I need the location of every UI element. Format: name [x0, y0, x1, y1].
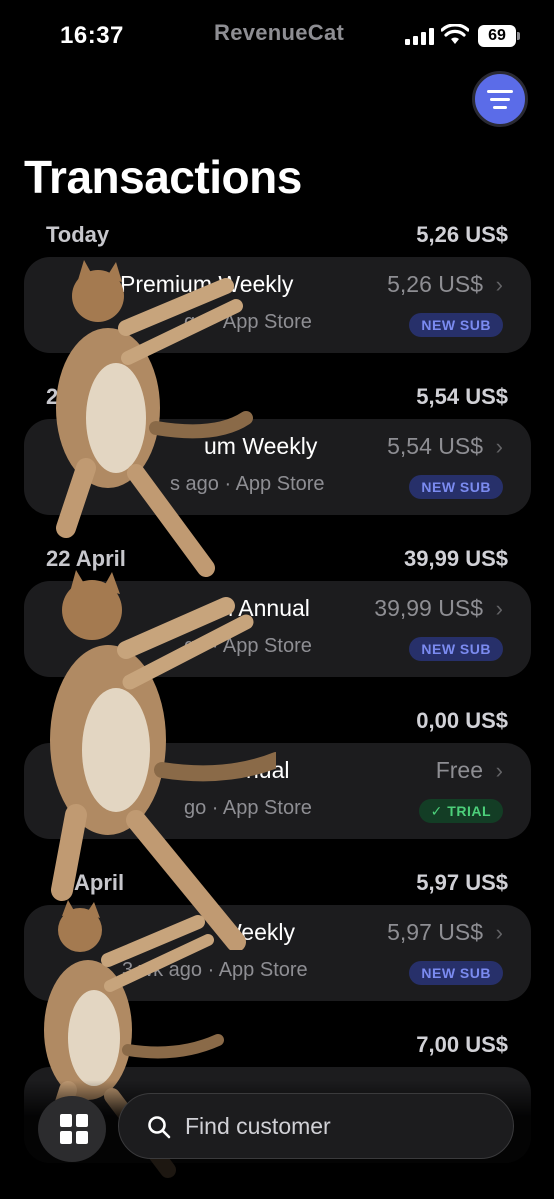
- status-badge: NEW SUB: [409, 475, 503, 499]
- chevron-right-icon: ›: [495, 920, 503, 945]
- section-total: 5,97 US$: [416, 870, 508, 895]
- section-date: Today: [46, 222, 110, 247]
- status-badge: NEW SUB: [409, 637, 503, 661]
- status-badge: ✓ TRIAL: [418, 799, 503, 823]
- transaction-amount: 5,97 US$: [387, 919, 483, 945]
- chevron-right-icon: ›: [495, 596, 503, 621]
- chevron-right-icon: ›: [495, 272, 503, 297]
- cat-sticker-image: [56, 260, 253, 577]
- section-header: Today 5,26 US$: [46, 222, 508, 248]
- filter-lines-icon: [487, 89, 513, 93]
- wifi-icon: [441, 24, 469, 44]
- section-total: 5,26 US$: [416, 222, 508, 247]
- chevron-right-icon: ›: [495, 434, 503, 459]
- search-placeholder: Find customer: [185, 1113, 331, 1139]
- search-input[interactable]: Find customer: [118, 1093, 514, 1159]
- transaction-amount: 5,54 US$: [387, 433, 483, 459]
- grid-icon: [60, 1114, 72, 1127]
- status-badge: NEW SUB: [409, 961, 503, 985]
- section-total: 0,00 US$: [416, 708, 508, 733]
- section-total: 7,00 US$: [416, 1032, 508, 1057]
- cellular-signal-icon: [405, 27, 435, 45]
- status-badge: NEW SUB: [409, 313, 503, 337]
- chevron-right-icon: ›: [495, 758, 503, 783]
- section-total: 39,99 US$: [404, 546, 508, 571]
- status-bar: 16:37 RevenueCat 69: [0, 0, 554, 70]
- search-icon: [148, 1116, 171, 1139]
- battery-indicator: 69: [478, 25, 520, 47]
- filter-button[interactable]: [472, 71, 528, 127]
- app-logo: RevenueCat: [214, 20, 345, 45]
- transaction-amount: 5,26 US$: [387, 271, 483, 297]
- cat-sticker-image: [50, 570, 276, 950]
- grid-button[interactable]: [38, 1096, 106, 1162]
- status-time: 16:37: [60, 22, 124, 49]
- page-title: Transactions: [24, 151, 302, 203]
- transaction-amount: 39,99 US$: [374, 595, 483, 621]
- transaction-amount: Free: [435, 757, 483, 783]
- section-total: 5,54 US$: [416, 384, 508, 409]
